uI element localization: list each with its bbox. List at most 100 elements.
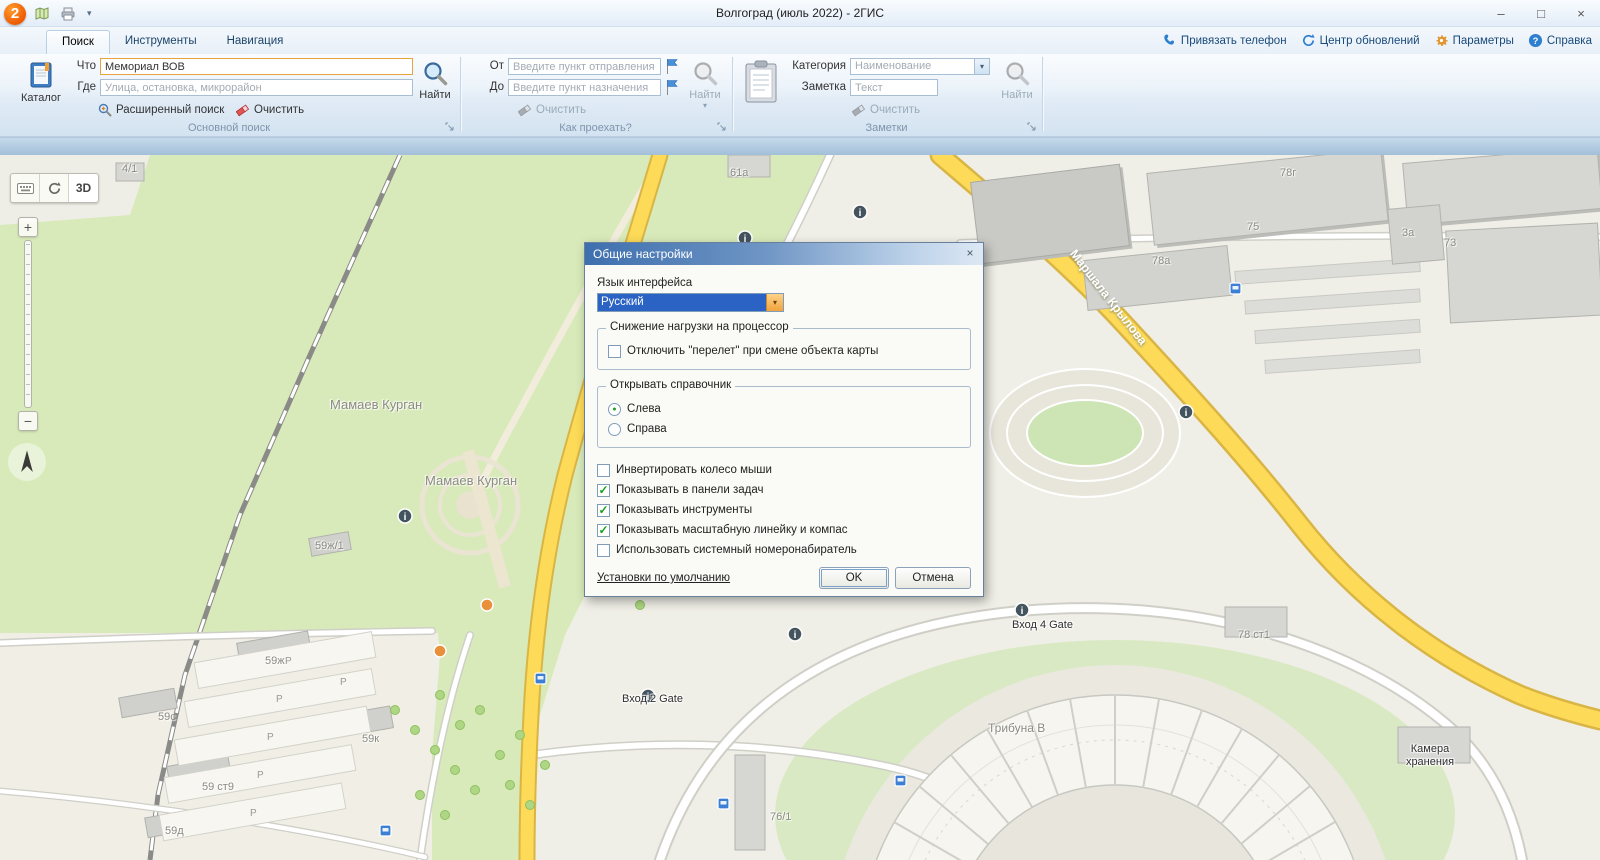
compass-icon[interactable]: [8, 443, 46, 481]
rotate-button[interactable]: [40, 174, 69, 202]
search-icon: [423, 62, 447, 86]
find-button[interactable]: Найти: [411, 56, 459, 122]
defaults-link[interactable]: Установки по умолчанию: [597, 572, 730, 584]
from-label: От: [489, 60, 504, 72]
checkbox-show-scale-compass[interactable]: ✓ Показывать масштабную линейку и компас: [597, 520, 971, 540]
titlebar: 2 ▾ Волгоград (июль 2022) - 2ГИС – □ ×: [0, 0, 1600, 27]
svg-text:i: i: [647, 692, 650, 703]
category-select[interactable]: Наименование ▾: [850, 58, 990, 75]
tab-search[interactable]: Поиск: [46, 30, 110, 54]
svg-text:P: P: [267, 732, 274, 743]
checkbox-label: Показывать масштабную линейку и компас: [616, 524, 848, 536]
dialog-launcher-icon[interactable]: [1026, 121, 1038, 133]
dialog-close-button[interactable]: ×: [962, 246, 978, 262]
qat-customize-arrow-icon[interactable]: ▾: [84, 8, 95, 19]
svg-text:P: P: [285, 656, 292, 667]
rotate-icon: [48, 181, 61, 194]
dialog-launcher-icon[interactable]: [716, 121, 728, 133]
close-button[interactable]: ×: [1568, 5, 1594, 23]
map-file-icon[interactable]: [32, 4, 52, 24]
checkbox-box[interactable]: [597, 543, 610, 557]
catalog-button[interactable]: Каталог: [14, 56, 68, 120]
dialog-title: Общие настройки: [593, 247, 693, 261]
category-label: Категория: [792, 60, 846, 72]
checkbox-system-dialer[interactable]: Использовать системный номеронабиратель: [597, 540, 971, 560]
keyboard-button[interactable]: [11, 174, 40, 202]
advanced-search-button[interactable]: Расширенный поиск: [98, 102, 224, 118]
advanced-search-label: Расширенный поиск: [116, 104, 225, 116]
radio-left[interactable]: ● Слева: [608, 399, 960, 419]
language-dropdown-button[interactable]: ▾: [766, 294, 783, 311]
radio-right[interactable]: Справа: [608, 419, 960, 439]
checkbox-disable-flight[interactable]: Отключить "перелет" при смене объекта ка…: [608, 341, 960, 361]
where-input[interactable]: [100, 79, 413, 96]
where-label: Где: [77, 81, 96, 93]
svg-text:P: P: [257, 770, 264, 781]
link-label: Центр обновлений: [1319, 34, 1420, 47]
tab-tools[interactable]: Инструменты: [110, 30, 212, 54]
clear-notes-button: Очистить: [852, 102, 920, 118]
zoom-out-button[interactable]: −: [18, 411, 38, 431]
print-icon[interactable]: [58, 4, 78, 24]
zoom-in-button[interactable]: +: [18, 217, 38, 237]
checkbox-box[interactable]: ✓: [597, 483, 610, 497]
clipboard-icon: [742, 59, 780, 108]
map-toolbar: 3D: [10, 173, 99, 203]
radio-label: Слева: [627, 403, 661, 415]
radio-button[interactable]: ●: [608, 402, 621, 416]
maximize-button[interactable]: □: [1528, 5, 1554, 23]
refresh-icon: [1301, 33, 1316, 48]
checkbox-box[interactable]: ✓: [597, 503, 610, 517]
link-help[interactable]: ? Справка: [1528, 33, 1592, 48]
2gis-logo-icon[interactable]: 2: [4, 2, 26, 25]
language-select[interactable]: Русский ▾: [597, 293, 784, 312]
from-flag-icon[interactable]: [665, 58, 679, 78]
window-title: Волгоград (июль 2022) - 2ГИС: [715, 6, 885, 20]
find-route-label: Найти: [689, 89, 721, 101]
checkbox-invert-mouse-wheel[interactable]: Инвертировать колесо мыши: [597, 460, 971, 480]
3d-mode-button[interactable]: 3D: [69, 174, 98, 202]
checkbox-label: Инвертировать колесо мыши: [616, 464, 772, 476]
group-title-route: Как проехать?: [559, 122, 632, 134]
to-flag-icon[interactable]: [665, 79, 679, 99]
chevron-down-icon[interactable]: ▾: [974, 59, 989, 74]
checkbox-show-tools[interactable]: ✓ Показывать инструменты: [597, 500, 971, 520]
find-label: Найти: [419, 89, 451, 101]
to-label: До: [489, 81, 504, 93]
find-notes-button: Найти: [994, 56, 1040, 122]
phone-icon: [1162, 33, 1177, 48]
link-parameters[interactable]: Параметры: [1434, 33, 1514, 48]
keyboard-icon: [16, 182, 34, 194]
radio-button[interactable]: [608, 422, 621, 436]
svg-text:i: i: [859, 208, 862, 219]
ok-button[interactable]: OK: [819, 567, 889, 589]
zoom-slider[interactable]: [24, 240, 32, 408]
clear-search-button[interactable]: Очистить: [236, 102, 304, 118]
handbook-groupbox: Открывать справочник ● Слева Справа: [597, 379, 971, 448]
cancel-button[interactable]: Отмена: [895, 567, 971, 589]
checkbox-show-in-taskbar[interactable]: ✓ Показывать в панели задач: [597, 480, 971, 500]
find-notes-label: Найти: [1001, 89, 1033, 101]
category-placeholder: Наименование: [855, 60, 932, 72]
chevron-down-icon: ▾: [702, 101, 707, 110]
svg-text:P: P: [276, 694, 283, 705]
link-update-center[interactable]: Центр обновлений: [1301, 33, 1420, 48]
checkbox-box[interactable]: ✓: [597, 523, 610, 537]
link-bind-phone[interactable]: Привязать телефон: [1162, 33, 1287, 48]
radio-label: Справа: [627, 423, 667, 435]
search-icon: [1005, 62, 1029, 86]
dialog-launcher-icon[interactable]: [444, 121, 456, 133]
tab-navigation[interactable]: Навигация: [212, 30, 299, 54]
what-input[interactable]: [100, 58, 413, 75]
ribbon-bottom-edge: [0, 137, 1600, 155]
catalog-book-icon: [30, 62, 52, 88]
note-input[interactable]: [850, 79, 938, 96]
svg-text:P: P: [340, 677, 347, 688]
minimize-button[interactable]: –: [1488, 5, 1514, 23]
checkbox-box[interactable]: [597, 463, 610, 477]
dialog-titlebar[interactable]: Общие настройки ×: [585, 243, 983, 265]
from-input[interactable]: [508, 58, 661, 75]
note-label: Заметка: [801, 81, 846, 93]
to-input[interactable]: [508, 79, 661, 96]
checkbox-box[interactable]: [608, 344, 621, 358]
